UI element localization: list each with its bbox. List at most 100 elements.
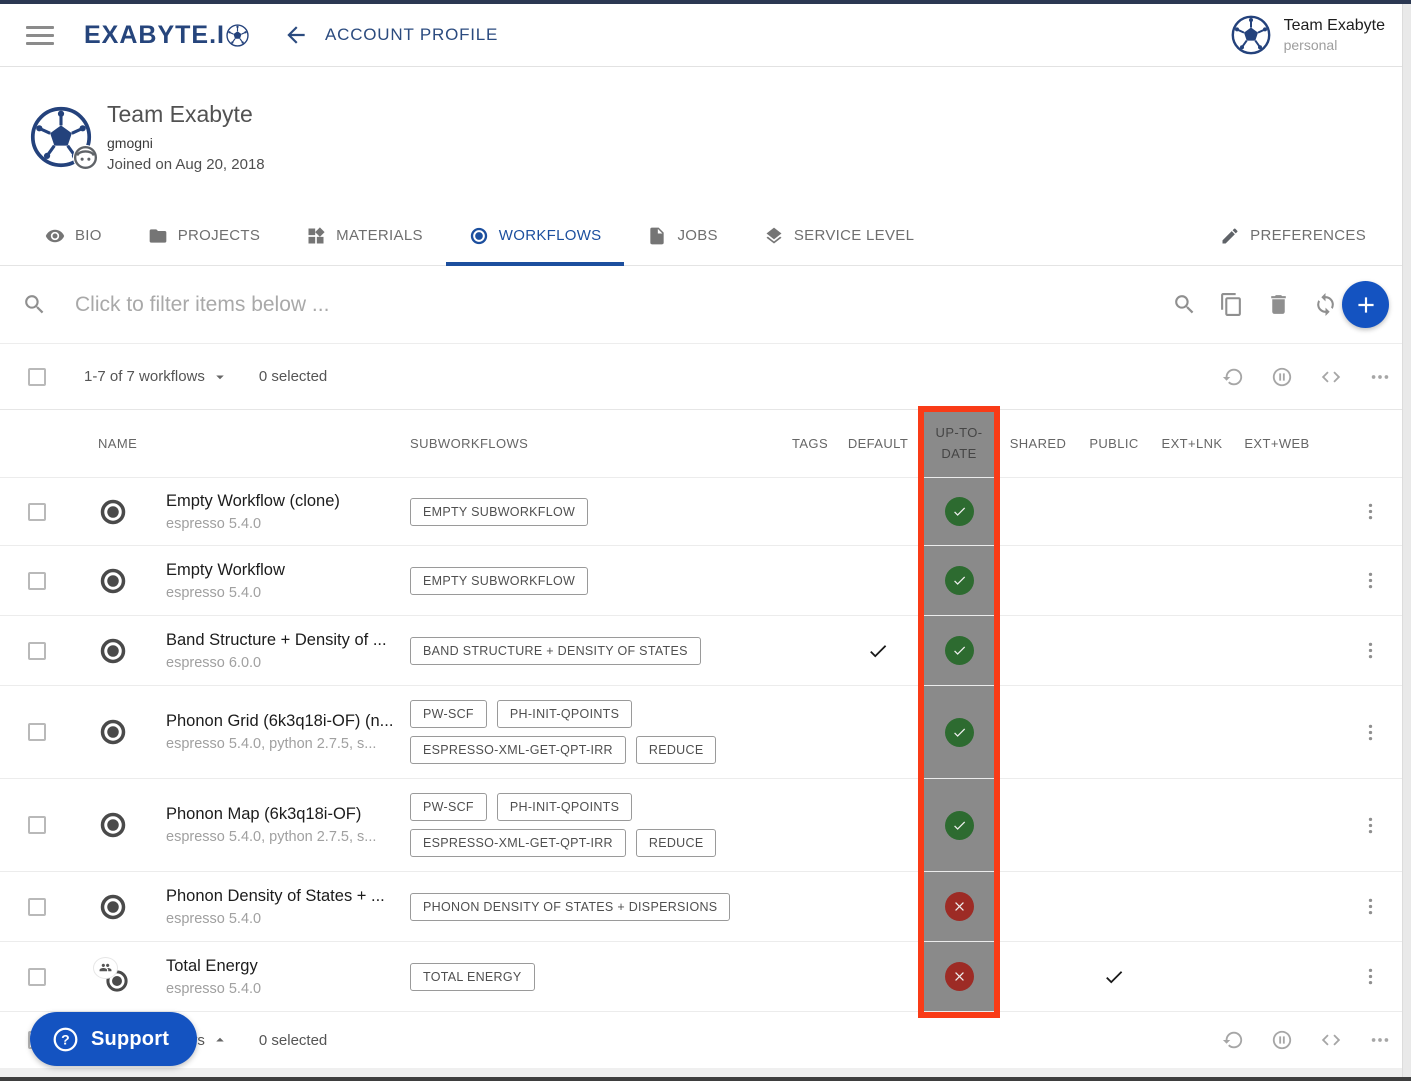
pause-icon[interactable] xyxy=(1271,1029,1293,1051)
row-menu-icon[interactable] xyxy=(1360,570,1381,591)
tags-cell xyxy=(782,546,838,615)
table-row[interactable]: Total Energy espresso 5.4.0TOTAL ENERGY xyxy=(0,942,1411,1012)
subworkflow-chip[interactable]: EMPTY SUBWORKFLOW xyxy=(410,567,588,595)
code-icon[interactable] xyxy=(1320,366,1342,388)
subworkflows-cell: BAND STRUCTURE + DENSITY OF STATES xyxy=(410,637,782,665)
row-checkbox[interactable] xyxy=(28,898,46,916)
back-arrow-icon[interactable] xyxy=(283,22,309,48)
list-actions-top xyxy=(1222,366,1391,388)
public-cell xyxy=(1076,942,1152,1011)
subworkflow-chip[interactable]: BAND STRUCTURE + DENSITY OF STATES xyxy=(410,637,701,665)
widgets-icon xyxy=(306,226,326,246)
selected-count: 0 selected xyxy=(259,368,327,385)
row-checkbox[interactable] xyxy=(28,642,46,660)
row-menu-icon[interactable] xyxy=(1360,966,1381,987)
public-check-icon xyxy=(1103,966,1125,988)
more-horizontal-icon[interactable] xyxy=(1369,366,1391,388)
chip-line: PW-SCF PH-INIT-QPOINTS xyxy=(410,700,632,728)
row-icon-cell xyxy=(82,616,166,685)
table-row[interactable]: Empty Workflowespresso 5.4.0EMPTY SUBWOR… xyxy=(0,546,1411,616)
add-workflow-button[interactable] xyxy=(1342,281,1389,328)
subworkflow-chip[interactable]: PH-INIT-QPOINTS xyxy=(497,700,632,728)
code-icon[interactable] xyxy=(1320,1029,1342,1051)
shared-cell xyxy=(1000,546,1076,615)
workflow-name[interactable]: Total Energy xyxy=(166,957,410,976)
row-checkbox-cell xyxy=(20,616,82,685)
tab-bar: BIOPROJECTSMATERIALSWORKFLOWSJOBSSERVICE… xyxy=(0,206,1411,266)
pause-icon[interactable] xyxy=(1271,366,1293,388)
subworkflow-chip[interactable]: EMPTY SUBWORKFLOW xyxy=(410,498,588,526)
chip-line: EMPTY SUBWORKFLOW xyxy=(410,498,588,526)
subworkflow-chip[interactable]: REDUCE xyxy=(636,829,717,857)
select-all-checkbox[interactable] xyxy=(28,368,46,386)
table-row[interactable]: Band Structure + Density of ...espresso … xyxy=(0,616,1411,686)
profile-section: Team Exabyte gmogni Joined on Aug 20, 20… xyxy=(0,67,1411,206)
subworkflow-chip[interactable]: ESPRESSO-XML-GET-QPT-IRR xyxy=(410,736,626,764)
tab-jobs[interactable]: JOBS xyxy=(624,206,740,265)
workflow-icon xyxy=(98,566,128,596)
sync-icon[interactable] xyxy=(1313,292,1338,317)
column-header-label: UP-TO-DATE xyxy=(931,423,987,463)
workflow-engine: espresso 5.4.0 xyxy=(166,981,410,997)
support-button[interactable]: ? Support xyxy=(30,1012,197,1066)
row-menu-icon[interactable] xyxy=(1360,640,1381,661)
tab-projects[interactable]: PROJECTS xyxy=(125,206,283,265)
workflow-engine: espresso 5.4.0, python 2.7.5, s... xyxy=(166,829,410,845)
subworkflow-chip[interactable]: PH-INIT-QPOINTS xyxy=(497,793,632,821)
row-checkbox[interactable] xyxy=(28,503,46,521)
people-icon xyxy=(94,958,117,978)
row-checkbox-cell xyxy=(20,686,82,778)
menu-icon[interactable] xyxy=(26,26,54,45)
subworkflow-chip[interactable]: ESPRESSO-XML-GET-QPT-IRR xyxy=(410,829,626,857)
workflow-name[interactable]: Phonon Grid (6k3q18i-OF) (n... xyxy=(166,712,410,731)
subworkflow-chip[interactable]: TOTAL ENERGY xyxy=(410,963,535,991)
row-actions-cell xyxy=(1322,478,1391,545)
workflow-icon xyxy=(98,497,128,527)
column-header-default: DEFAULT xyxy=(838,436,918,451)
row-checkbox[interactable] xyxy=(28,723,46,741)
filter-bar xyxy=(0,266,1411,344)
workflow-name[interactable]: Empty Workflow xyxy=(166,561,410,580)
scrollbar-track[interactable] xyxy=(1402,4,1411,1077)
file-icon xyxy=(647,226,667,246)
chip-line: PW-SCF PH-INIT-QPOINTS xyxy=(410,793,632,821)
row-menu-icon[interactable] xyxy=(1360,501,1381,522)
row-menu-icon[interactable] xyxy=(1360,722,1381,743)
tab-preferences[interactable]: PREFERENCES xyxy=(1197,206,1389,265)
workflow-name[interactable]: Phonon Density of States + ... xyxy=(166,887,410,906)
workflows-count-dropdown[interactable]: 1-7 of 7 workflows xyxy=(84,368,229,386)
table-row[interactable]: Phonon Density of States + ...espresso 5… xyxy=(0,872,1411,942)
public-cell xyxy=(1076,686,1152,778)
tab-service-level[interactable]: SERVICE LEVEL xyxy=(741,206,937,265)
tab-materials[interactable]: MATERIALS xyxy=(283,206,446,265)
workflow-icon xyxy=(98,810,128,840)
copy-icon[interactable] xyxy=(1219,292,1244,317)
row-actions-cell xyxy=(1322,686,1391,778)
tab-workflows[interactable]: WORKFLOWS xyxy=(446,206,625,265)
app-logo[interactable]: EXABYTE.I xyxy=(84,21,249,50)
subworkflow-chip[interactable]: PHONON DENSITY OF STATES + DISPERSIONS xyxy=(410,893,730,921)
workflow-engine: espresso 5.4.0, python 2.7.5, s... xyxy=(166,736,410,752)
delete-icon[interactable] xyxy=(1266,292,1291,317)
workflow-name[interactable]: Empty Workflow (clone) xyxy=(166,492,410,511)
row-menu-icon[interactable] xyxy=(1360,815,1381,836)
tab-bio[interactable]: BIO xyxy=(22,206,125,265)
more-horizontal-icon[interactable] xyxy=(1369,1029,1391,1051)
table-row[interactable]: Phonon Grid (6k3q18i-OF) (n... espresso 5… xyxy=(0,686,1411,779)
row-menu-icon[interactable] xyxy=(1360,896,1381,917)
row-checkbox[interactable] xyxy=(28,968,46,986)
restore-icon[interactable] xyxy=(1222,1029,1244,1051)
table-row[interactable]: Empty Workflow (clone)espresso 5.4.0EMPT… xyxy=(0,478,1411,546)
search-icon[interactable] xyxy=(1172,292,1197,317)
subworkflow-chip[interactable]: PW-SCF xyxy=(410,793,487,821)
row-checkbox[interactable] xyxy=(28,816,46,834)
account-switcher[interactable]: Team Exabyte personal xyxy=(1231,15,1385,55)
workflow-name[interactable]: Phonon Map (6k3q18i-OF) xyxy=(166,805,410,824)
subworkflow-chip[interactable]: REDUCE xyxy=(636,736,717,764)
workflow-name[interactable]: Band Structure + Density of ... xyxy=(166,631,410,650)
row-checkbox[interactable] xyxy=(28,572,46,590)
subworkflow-chip[interactable]: PW-SCF xyxy=(410,700,487,728)
restore-icon[interactable] xyxy=(1222,366,1244,388)
filter-input[interactable] xyxy=(73,292,1154,318)
table-row[interactable]: Phonon Map (6k3q18i-OF) espresso 5.4.0, p… xyxy=(0,779,1411,872)
